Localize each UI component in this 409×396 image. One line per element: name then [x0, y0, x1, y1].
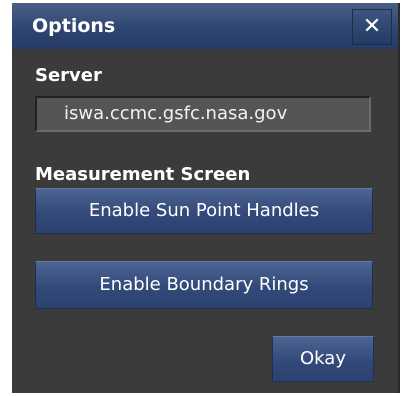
- options-dialog: Options ✕ Server iswa.ccmc.gsfc.nasa.gov…: [12, 3, 400, 393]
- close-icon[interactable]: ✕: [352, 9, 392, 45]
- enable-boundary-rings-button[interactable]: Enable Boundary Rings: [35, 261, 373, 309]
- okay-button[interactable]: Okay: [272, 336, 374, 382]
- dialog-titlebar: Options ✕: [12, 3, 398, 49]
- server-field[interactable]: iswa.ccmc.gsfc.nasa.gov: [35, 96, 371, 132]
- server-label: Server: [35, 65, 102, 86]
- dialog-title: Options: [32, 15, 116, 37]
- measurement-screen-label: Measurement Screen: [35, 164, 251, 185]
- enable-sun-point-handles-button[interactable]: Enable Sun Point Handles: [35, 188, 373, 234]
